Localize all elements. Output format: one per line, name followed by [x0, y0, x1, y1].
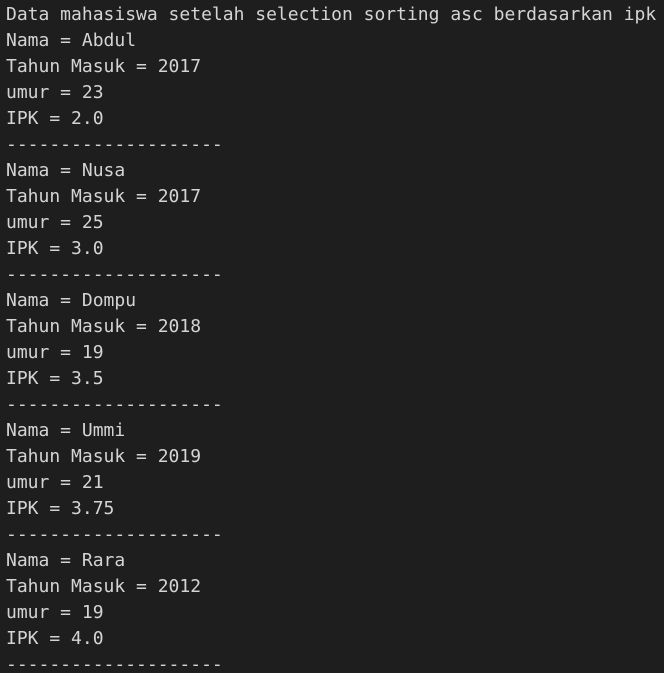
record-separator: --------------------	[6, 134, 223, 155]
record-umur: umur = 25	[6, 212, 104, 233]
record-separator: --------------------	[6, 394, 223, 415]
record-tahun-masuk: Tahun Masuk = 2017	[6, 186, 202, 207]
record-tahun-masuk: Tahun Masuk = 2018	[6, 316, 202, 337]
record-umur: umur = 21	[6, 472, 104, 493]
record-nama: Nama = Dompu	[6, 290, 137, 311]
record-ipk: IPK = 3.5	[6, 368, 104, 389]
student-record: Nama = Rara Tahun Masuk = 2012 umur = 19…	[6, 548, 664, 673]
record-nama: Nama = Rara	[6, 550, 126, 571]
record-umur: umur = 19	[6, 602, 104, 623]
record-separator: --------------------	[6, 654, 223, 673]
record-tahun-masuk: Tahun Masuk = 2017	[6, 56, 202, 77]
record-ipk: IPK = 3.75	[6, 498, 115, 519]
record-umur: umur = 19	[6, 342, 104, 363]
terminal-output[interactable]: Data mahasiswa setelah selection sorting…	[0, 0, 664, 673]
record-tahun-masuk: Tahun Masuk = 2012	[6, 576, 202, 597]
student-record: Nama = Abdul Tahun Masuk = 2017 umur = 2…	[6, 28, 664, 158]
record-ipk: IPK = 2.0	[6, 108, 104, 129]
output-header: Data mahasiswa setelah selection sorting…	[6, 4, 657, 25]
record-separator: --------------------	[6, 524, 223, 545]
record-nama: Nama = Abdul	[6, 30, 137, 51]
record-tahun-masuk: Tahun Masuk = 2019	[6, 446, 202, 467]
student-record: Nama = Nusa Tahun Masuk = 2017 umur = 25…	[6, 158, 664, 288]
record-ipk: IPK = 4.0	[6, 628, 104, 649]
record-separator: --------------------	[6, 264, 223, 285]
student-record: Nama = Ummi Tahun Masuk = 2019 umur = 21…	[6, 418, 664, 548]
student-record: Nama = Dompu Tahun Masuk = 2018 umur = 1…	[6, 288, 664, 418]
record-ipk: IPK = 3.0	[6, 238, 104, 259]
record-umur: umur = 23	[6, 82, 104, 103]
record-nama: Nama = Nusa	[6, 160, 126, 181]
record-nama: Nama = Ummi	[6, 420, 126, 441]
